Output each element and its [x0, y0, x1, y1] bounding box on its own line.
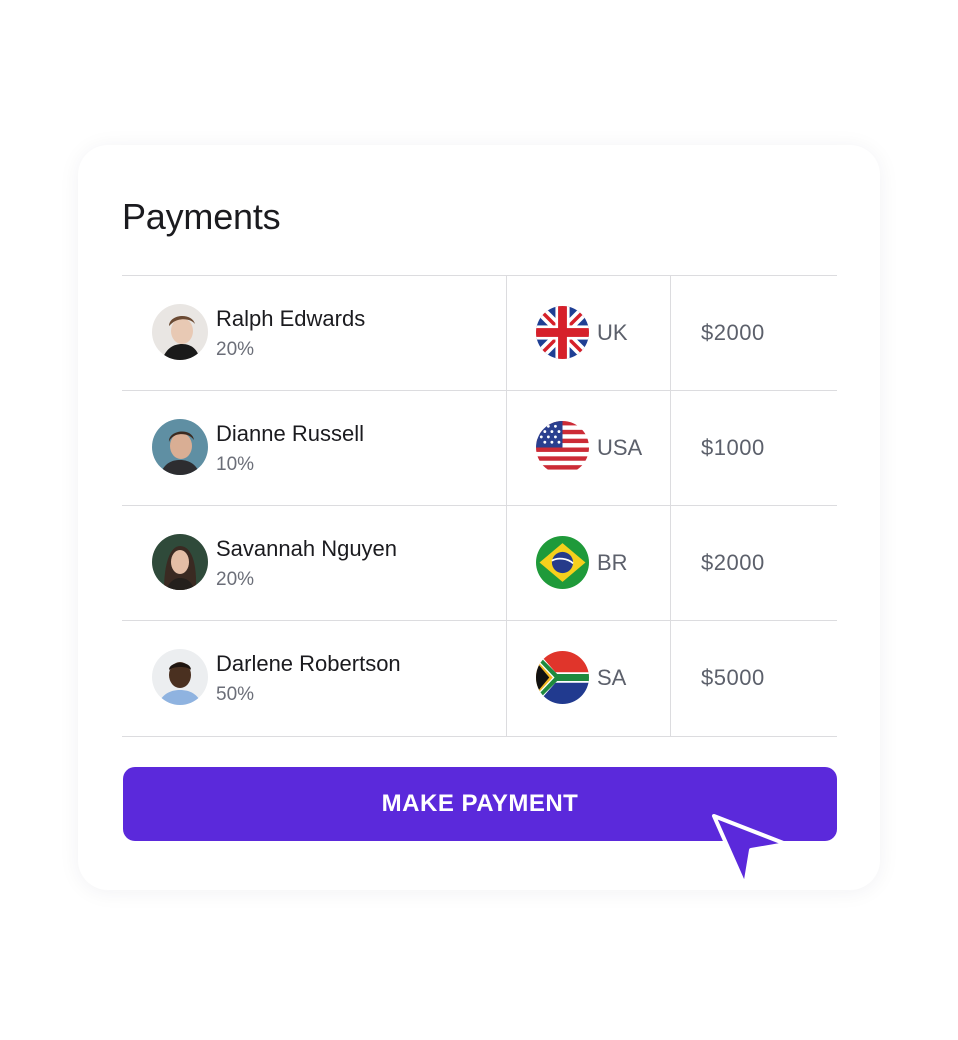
uk-flag-icon: [536, 306, 589, 359]
column-divider: [670, 506, 671, 620]
country-code: UK: [597, 320, 628, 345]
table-row[interactable]: Darlene Robertson 50% SA $5000: [122, 620, 837, 737]
payee-name: Darlene Robertson: [216, 651, 401, 676]
column-divider: [670, 276, 671, 390]
payment-amount: $2000: [701, 320, 765, 345]
avatar: [152, 534, 208, 590]
payment-amount: $5000: [701, 665, 765, 690]
payee-percent: 20%: [216, 569, 255, 590]
column-divider: [506, 621, 507, 736]
payee-name: Ralph Edwards: [216, 306, 366, 331]
payment-amount: $1000: [701, 435, 765, 460]
country-code: SA: [597, 665, 627, 690]
avatar: [152, 419, 208, 475]
usa-flag-icon: [536, 421, 589, 474]
column-divider: [506, 391, 507, 505]
column-divider: [506, 506, 507, 620]
country-code: BR: [597, 550, 628, 575]
column-divider: [670, 621, 671, 736]
payments-table: Ralph Edwards 20% UK $2000 Dianne Russel…: [122, 275, 837, 737]
payee-name: Savannah Nguyen: [216, 536, 398, 561]
south-africa-flag-icon: [536, 651, 589, 704]
payment-amount: $2000: [701, 550, 765, 575]
page-title: Payments: [122, 196, 281, 237]
payee-percent: 20%: [216, 339, 255, 360]
payee-percent: 10%: [216, 454, 255, 475]
avatar: [152, 304, 208, 360]
payee-name: Dianne Russell: [216, 421, 364, 446]
table-row[interactable]: Dianne Russell 10% USA $1000: [122, 390, 837, 505]
country-code: USA: [597, 435, 643, 460]
table-row[interactable]: Ralph Edwards 20% UK $2000: [122, 275, 837, 390]
column-divider: [670, 391, 671, 505]
payee-percent: 50%: [216, 684, 255, 705]
brazil-flag-icon: [536, 536, 589, 589]
table-row[interactable]: Savannah Nguyen 20% BR $2000: [122, 505, 837, 620]
pointer-cursor-icon: [708, 810, 792, 894]
column-divider: [506, 276, 507, 390]
avatar: [152, 649, 208, 705]
